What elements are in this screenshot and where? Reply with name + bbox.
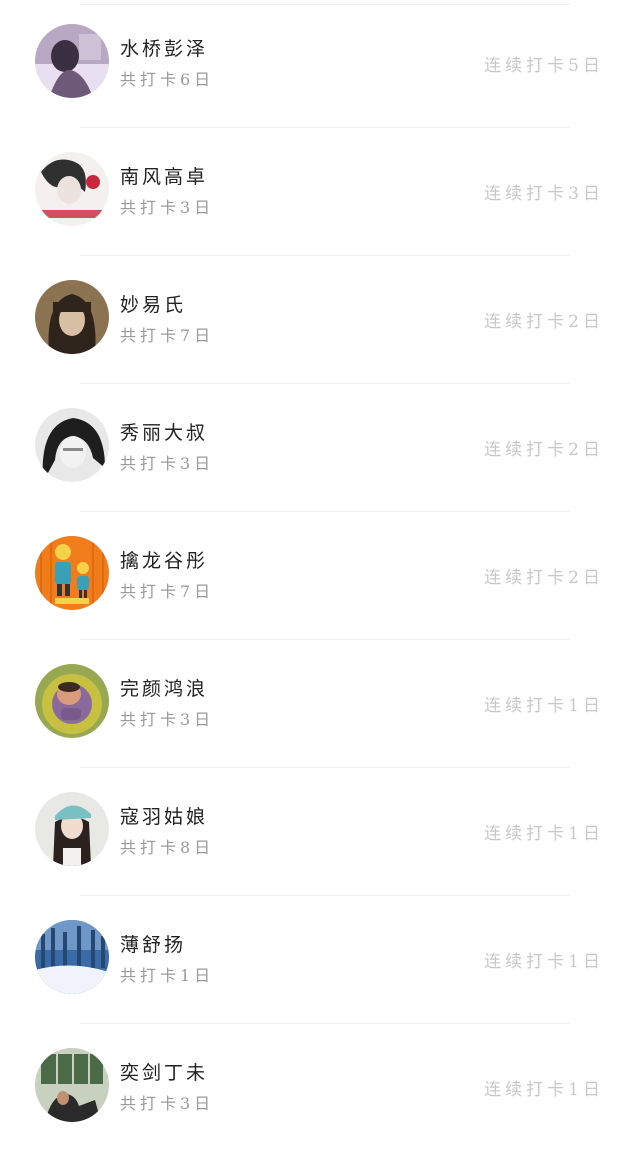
total-checkin: 共打卡3日 — [120, 710, 215, 729]
streak-checkin: 连续打卡5日 — [484, 56, 604, 76]
total-checkin: 共打卡3日 — [120, 1094, 215, 1113]
list-item[interactable]: 妙易氏 共打卡7日 连续打卡2日 — [0, 256, 640, 384]
user-name: 南风高卓 — [120, 166, 209, 188]
user-name: 妙易氏 — [120, 294, 187, 316]
user-name: 擒龙谷彤 — [120, 550, 209, 572]
user-avatar[interactable] — [35, 24, 109, 98]
user-name: 薄舒扬 — [120, 934, 187, 956]
user-avatar[interactable] — [35, 408, 109, 482]
avatar-image — [35, 664, 109, 738]
total-checkin: 共打卡1日 — [120, 966, 215, 985]
streak-checkin: 连续打卡2日 — [484, 440, 604, 460]
total-checkin: 共打卡3日 — [120, 454, 215, 473]
user-name: 水桥彭泽 — [120, 38, 209, 60]
user-name: 完颜鸿浪 — [120, 678, 209, 700]
avatar-image — [35, 280, 109, 354]
user-avatar[interactable] — [35, 1048, 109, 1122]
user-avatar[interactable] — [35, 920, 109, 994]
avatar-image — [35, 152, 109, 226]
avatar-image — [35, 536, 109, 610]
list-item[interactable]: 南风高卓 共打卡3日 连续打卡3日 — [0, 128, 640, 256]
streak-checkin: 连续打卡1日 — [484, 824, 604, 844]
user-avatar[interactable] — [35, 152, 109, 226]
list-item[interactable]: 完颜鸿浪 共打卡3日 连续打卡1日 — [0, 640, 640, 768]
list-item[interactable]: 奕剑丁未 共打卡3日 连续打卡1日 — [0, 1024, 640, 1152]
avatar-image — [35, 792, 109, 866]
list-item[interactable]: 薄舒扬 共打卡1日 连续打卡1日 — [0, 896, 640, 1024]
streak-checkin: 连续打卡1日 — [484, 696, 604, 716]
streak-checkin: 连续打卡3日 — [484, 184, 604, 204]
user-name: 秀丽大叔 — [120, 422, 209, 444]
list-item[interactable]: 水桥彭泽 共打卡6日 连续打卡5日 — [0, 0, 640, 128]
checkin-list: 水桥彭泽 共打卡6日 连续打卡5日 南风高卓 共打卡3日 连续打卡3日 妙易氏 … — [0, 0, 640, 1138]
total-checkin: 共打卡6日 — [120, 70, 215, 89]
total-checkin: 共打卡3日 — [120, 198, 215, 217]
list-item[interactable]: 擒龙谷彤 共打卡7日 连续打卡2日 — [0, 512, 640, 640]
total-checkin: 共打卡8日 — [120, 838, 215, 857]
avatar-image — [35, 920, 109, 994]
streak-checkin: 连续打卡2日 — [484, 568, 604, 588]
user-avatar[interactable] — [35, 536, 109, 610]
user-name: 寇羽姑娘 — [120, 806, 209, 828]
streak-checkin: 连续打卡1日 — [484, 952, 604, 972]
avatar-image — [35, 408, 109, 482]
user-name: 奕剑丁未 — [120, 1062, 209, 1084]
streak-checkin: 连续打卡1日 — [484, 1080, 604, 1100]
user-avatar[interactable] — [35, 792, 109, 866]
avatar-image — [35, 1048, 109, 1122]
list-item[interactable]: 寇羽姑娘 共打卡8日 连续打卡1日 — [0, 768, 640, 896]
streak-checkin: 连续打卡2日 — [484, 312, 604, 332]
user-avatar[interactable] — [35, 664, 109, 738]
list-item[interactable]: 秀丽大叔 共打卡3日 连续打卡2日 — [0, 384, 640, 512]
user-avatar[interactable] — [35, 280, 109, 354]
avatar-image — [35, 24, 109, 98]
total-checkin: 共打卡7日 — [120, 326, 215, 345]
total-checkin: 共打卡7日 — [120, 582, 215, 601]
